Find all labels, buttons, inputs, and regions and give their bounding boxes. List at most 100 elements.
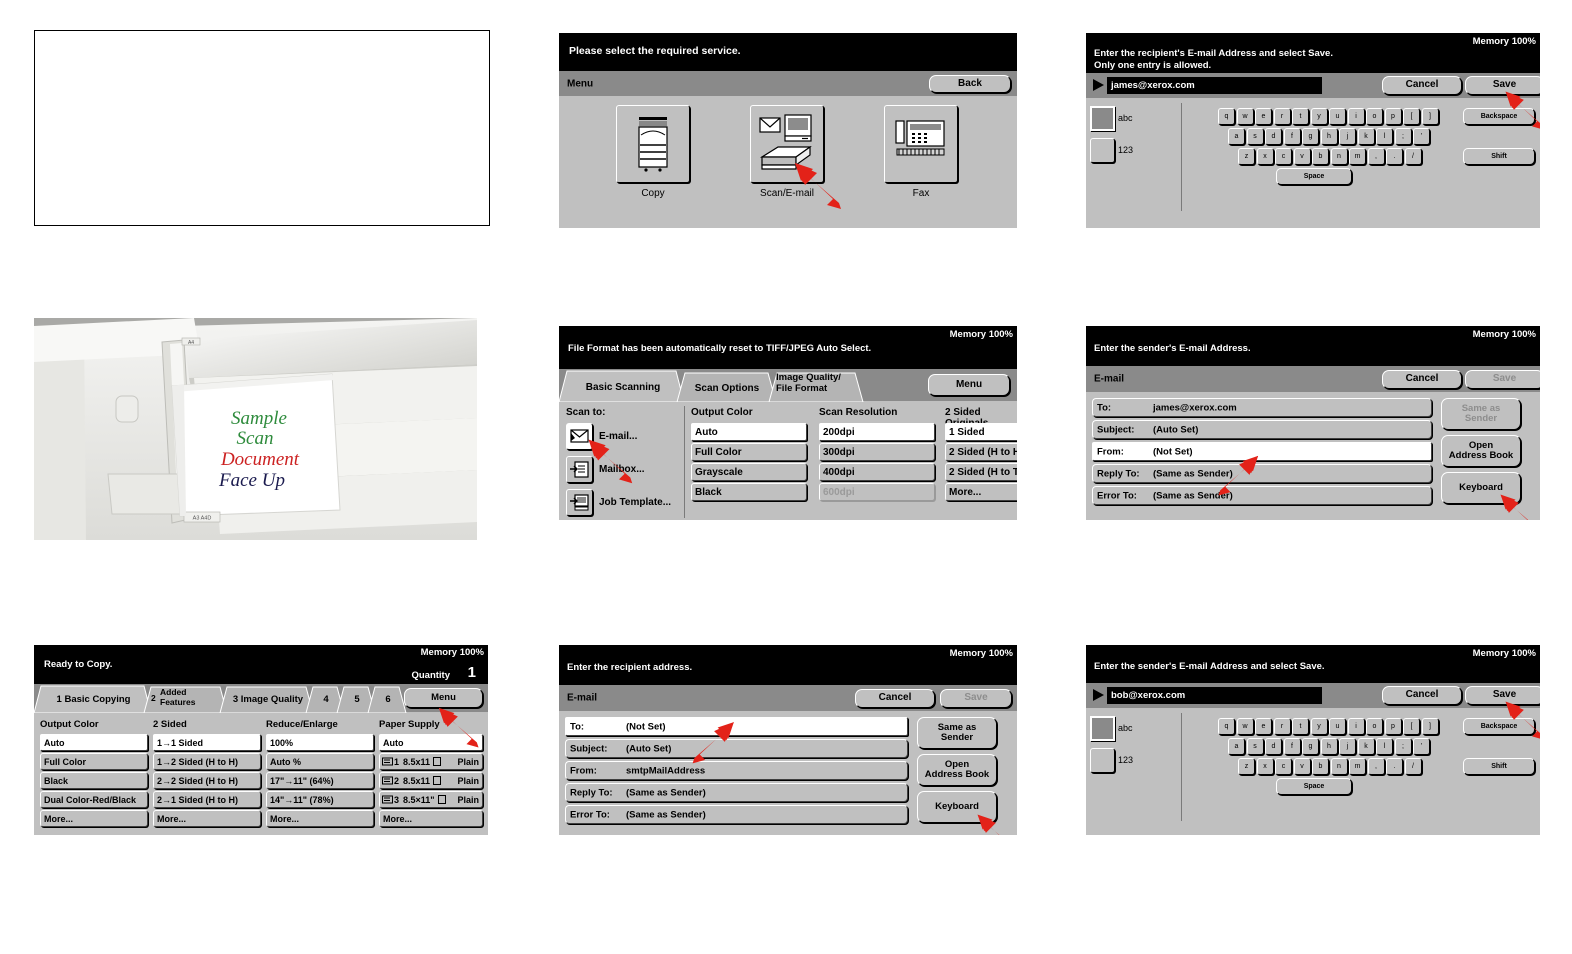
key-y[interactable]: y <box>1310 108 1328 125</box>
recip-addr-cancel-button[interactable]: Cancel <box>855 689 935 708</box>
key-sym[interactable]: ; <box>1394 738 1412 755</box>
scan-option-2-3[interactable]: More... <box>945 483 1017 501</box>
copy-option-1-3[interactable]: 2→1 Sided (H to H) <box>153 791 261 808</box>
sender-addr-save-button[interactable]: Save <box>1465 370 1540 389</box>
recip-addr-row-0[interactable]: To: (Not Set) <box>565 717 908 736</box>
key-q[interactable]: q <box>1218 718 1235 735</box>
copy-option-0-4[interactable]: More... <box>40 810 148 827</box>
key-m[interactable]: m <box>1349 758 1366 775</box>
key-sym[interactable]: ] <box>1421 718 1439 735</box>
key-g[interactable]: g <box>1302 738 1319 755</box>
key-c[interactable]: c <box>1275 148 1292 165</box>
space-key[interactable]: Space <box>1276 778 1352 795</box>
scan-option-1-1[interactable]: 300dpi <box>819 443 935 461</box>
copy-option-1-0[interactable]: 1→1 Sided <box>153 734 261 751</box>
key-m[interactable]: m <box>1349 148 1366 165</box>
sender-addr-row-0[interactable]: To: james@xerox.com <box>1092 398 1432 417</box>
key-i[interactable]: i <box>1347 108 1365 125</box>
key-u[interactable]: u <box>1329 108 1346 125</box>
sender-addr-row-1[interactable]: Subject: (Auto Set) <box>1092 420 1432 439</box>
space-key[interactable]: Space <box>1276 168 1352 185</box>
tab-image-quality-file-format[interactable]: Image Quality/ File Format <box>776 372 862 401</box>
recip-addr-row-1[interactable]: Subject: (Auto Set) <box>565 739 908 758</box>
key-z[interactable]: z <box>1238 148 1255 165</box>
tab-image-quality[interactable]: 3 Image Quality <box>228 690 308 708</box>
sender-addr-cancel-button[interactable]: Cancel <box>1382 370 1462 389</box>
backspace-key[interactable]: Backspace <box>1463 108 1535 125</box>
service-tile-scan-email[interactable] <box>750 105 824 183</box>
key-sym[interactable]: , <box>1367 148 1385 165</box>
copy-option-3-3[interactable]: 3 8.5×11" Plain <box>379 791 483 808</box>
recip-addr-side-button-2[interactable]: Keyboard <box>917 791 997 823</box>
copy-option-1-1[interactable]: 1→2 Sided (H to H) <box>153 753 261 770</box>
scan-to-item-email[interactable]: E-mail... <box>566 423 637 450</box>
key-w[interactable]: w <box>1236 718 1254 735</box>
key-sym[interactable]: ' <box>1413 738 1430 755</box>
scan-option-0-0[interactable]: Auto <box>691 423 807 441</box>
key-sym[interactable]: [ <box>1403 108 1420 125</box>
key-a[interactable]: a <box>1228 738 1245 755</box>
scan-option-1-3[interactable]: 600dpi <box>819 483 935 501</box>
key-sym[interactable]: ; <box>1394 128 1412 145</box>
key-l[interactable]: l <box>1376 128 1393 145</box>
key-t[interactable]: t <box>1292 718 1309 735</box>
key-t[interactable]: t <box>1292 108 1309 125</box>
sender-addr-side-button-2[interactable]: Keyboard <box>1441 472 1521 504</box>
key-sym[interactable]: . <box>1386 758 1403 775</box>
copy-option-2-2[interactable]: 17"→11" (64%) <box>266 772 374 789</box>
backspace-key[interactable]: Backspace <box>1463 718 1535 735</box>
key-h[interactable]: h <box>1320 738 1338 755</box>
copy-option-2-3[interactable]: 14"→11" (78%) <box>266 791 374 808</box>
key-sym[interactable]: . <box>1386 148 1403 165</box>
key-d[interactable]: d <box>1265 128 1282 145</box>
scan-option-2-2[interactable]: 2 Sided (H to T) <box>945 463 1017 481</box>
key-j[interactable]: j <box>1339 128 1356 145</box>
key-sym[interactable]: ' <box>1413 128 1430 145</box>
scan-option-0-1[interactable]: Full Color <box>691 443 807 461</box>
recip-addr-row-3[interactable]: Reply To: (Same as Sender) <box>565 783 908 802</box>
key-p[interactable]: p <box>1384 718 1402 735</box>
recip-addr-side-button-1[interactable]: Open Address Book <box>917 754 997 786</box>
recip-addr-side-button-0[interactable]: Same as Sender <box>917 717 997 749</box>
recipient-keyboard[interactable]: q w e r t y u i o p[] a s d f g h j k l; ' z x c v b n m,. / Backspa… <box>1086 33 1540 228</box>
copy-option-2-4[interactable]: More... <box>266 810 374 827</box>
key-g[interactable]: g <box>1302 128 1319 145</box>
copy-option-1-2[interactable]: 2→2 Sided (H to H) <box>153 772 261 789</box>
key-z[interactable]: z <box>1238 758 1255 775</box>
key-v[interactable]: v <box>1293 758 1311 775</box>
key-e[interactable]: e <box>1255 108 1272 125</box>
key-v[interactable]: v <box>1293 148 1311 165</box>
key-sym[interactable]: ] <box>1421 108 1439 125</box>
scanning-menu-button[interactable]: Menu <box>928 374 1010 396</box>
sender-addr-side-button-1[interactable]: Open Address Book <box>1441 435 1521 467</box>
scan-option-1-0[interactable]: 200dpi <box>819 423 935 441</box>
key-s[interactable]: s <box>1246 128 1264 145</box>
key-n[interactable]: n <box>1330 758 1348 775</box>
shift-key[interactable]: Shift <box>1463 148 1535 165</box>
copy-option-3-2[interactable]: 2 8.5x11 Plain <box>379 772 483 789</box>
copy-option-0-1[interactable]: Full Color <box>40 753 148 770</box>
key-u[interactable]: u <box>1329 718 1346 735</box>
key-x[interactable]: x <box>1256 148 1274 165</box>
scan-to-item-job-template[interactable]: Job Template... <box>566 489 671 516</box>
key-d[interactable]: d <box>1265 738 1282 755</box>
service-tile-fax[interactable] <box>884 105 958 183</box>
recip-addr-row-2[interactable]: From: smtpMailAddress <box>565 761 908 780</box>
key-p[interactable]: p <box>1384 108 1402 125</box>
key-q[interactable]: q <box>1218 108 1235 125</box>
scan-option-2-1[interactable]: 2 Sided (H to H) <box>945 443 1017 461</box>
service-tile-copy[interactable] <box>616 105 690 183</box>
tab-5[interactable]: 5 <box>345 690 369 708</box>
tab-scan-options[interactable]: Scan Options <box>685 377 769 399</box>
key-f[interactable]: f <box>1283 128 1301 145</box>
copy-option-1-4[interactable]: More... <box>153 810 261 827</box>
copy-option-0-2[interactable]: Black <box>40 772 148 789</box>
key-x[interactable]: x <box>1256 758 1274 775</box>
key-sym[interactable]: , <box>1367 758 1385 775</box>
key-r[interactable]: r <box>1273 718 1291 735</box>
key-c[interactable]: c <box>1275 758 1292 775</box>
scan-option-0-2[interactable]: Grayscale <box>691 463 807 481</box>
key-w[interactable]: w <box>1236 108 1254 125</box>
copy-option-2-1[interactable]: Auto % <box>266 753 374 770</box>
recip-addr-save-button[interactable]: Save <box>940 689 1012 708</box>
